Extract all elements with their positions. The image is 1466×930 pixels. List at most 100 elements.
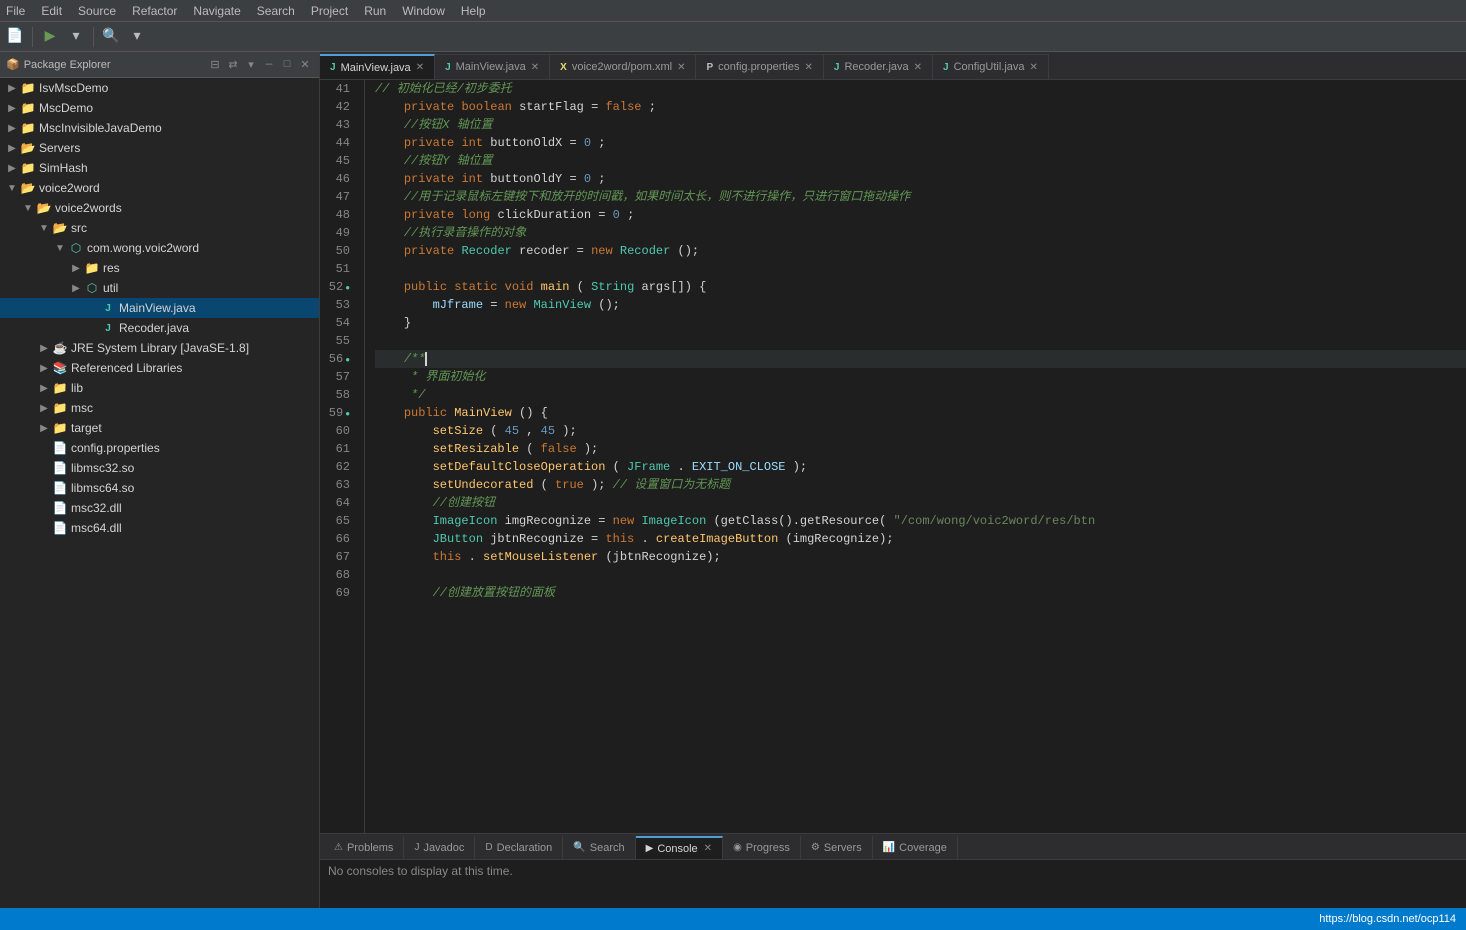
tree-toggle-jre[interactable]: ▶ <box>36 343 52 354</box>
tree-item-voice2word[interactable]: ▼ 📂 voice2word <box>0 178 319 198</box>
tree-toggle-IsvMscDemo[interactable]: ▶ <box>4 83 20 94</box>
menu-search[interactable]: Search <box>257 4 295 18</box>
tree-toggle-reflibs[interactable]: ▶ <box>36 363 52 374</box>
code-content[interactable]: // 初始化已经/初步委托 private boolean startFlag … <box>365 80 1466 833</box>
tree-toggle-package[interactable]: ▼ <box>52 243 68 254</box>
tree-toggle-SimHash[interactable]: ▶ <box>4 163 20 174</box>
tab-ConfigUtil[interactable]: J ConfigUtil.java ✕ <box>933 54 1049 79</box>
bottom-tab-search[interactable]: 🔍 Search <box>563 836 635 859</box>
tree-item-libmsc64so[interactable]: 📄 libmsc64.so <box>0 478 319 498</box>
editor-panel: J MainView.java ✕ J MainView.java ✕ X vo… <box>320 52 1466 908</box>
explorer-title: 📦 Package Explorer <box>6 58 111 71</box>
tree-toggle-lib[interactable]: ▶ <box>36 383 52 394</box>
minimize-icon[interactable]: — <box>261 57 277 73</box>
toolbar-new-icon[interactable]: 📄 <box>4 26 26 48</box>
bottom-tab-console[interactable]: ▶ Console ✕ <box>636 836 723 859</box>
view-menu-icon[interactable]: ▾ <box>243 57 259 73</box>
bottom-tab-progress[interactable]: ◉ Progress <box>723 836 801 859</box>
menu-help[interactable]: Help <box>461 4 486 18</box>
tree-label-libmsc32so: libmsc32.so <box>71 461 134 475</box>
menu-project[interactable]: Project <box>311 4 348 18</box>
tree-item-msc64dll[interactable]: 📄 msc64.dll <box>0 518 319 538</box>
code-line-63: setUndecorated ( true ); // 设置窗口为无标题 <box>375 476 1466 494</box>
toolbar-sep1 <box>32 27 33 47</box>
tree-item-package[interactable]: ▼ ⬡ com.wong.voic2word <box>0 238 319 258</box>
tab-close-MainView-active[interactable]: ✕ <box>416 62 424 73</box>
tab-close-config[interactable]: ✕ <box>804 62 812 73</box>
bottom-tab-declaration[interactable]: D Declaration <box>475 836 563 859</box>
bottom-tab-servers[interactable]: ⚙ Servers <box>801 836 873 859</box>
maximize-icon[interactable]: □ <box>279 57 295 73</box>
tree-container[interactable]: ▶ 📁 IsvMscDemo ▶ 📁 MscDemo ▶ 📁 MscInvisi… <box>0 78 319 908</box>
ln-69: 69 <box>320 584 358 602</box>
tree-item-config[interactable]: 📄 config.properties <box>0 438 319 458</box>
tree-item-SimHash[interactable]: ▶ 📁 SimHash <box>0 158 319 178</box>
menu-run[interactable]: Run <box>364 4 386 18</box>
tree-toggle-util[interactable]: ▶ <box>68 283 84 294</box>
tree-item-MscDemo[interactable]: ▶ 📁 MscDemo <box>0 98 319 118</box>
tree-toggle-Servers[interactable]: ▶ <box>4 143 20 154</box>
tree-item-IsvMscDemo[interactable]: ▶ 📁 IsvMscDemo <box>0 78 319 98</box>
toolbar-run-dropdown[interactable]: ▾ <box>65 26 87 48</box>
tree-item-lib[interactable]: ▶ 📁 lib <box>0 378 319 398</box>
tree-item-reflibs[interactable]: ▶ 📚 Referenced Libraries <box>0 358 319 378</box>
tab-pom[interactable]: X voice2word/pom.xml ✕ <box>550 54 696 79</box>
tree-item-jre[interactable]: ▶ ☕ JRE System Library [JavaSE-1.8] <box>0 338 319 358</box>
tab-close-MainView2[interactable]: ✕ <box>531 62 539 73</box>
code-43-text: //按钮X 轴位置 <box>404 118 493 132</box>
tab-MainView-active[interactable]: J MainView.java ✕ <box>320 54 435 79</box>
close-icon[interactable]: ✕ <box>297 57 313 73</box>
toolbar-run-icon[interactable]: ▶ <box>39 26 61 48</box>
tree-label-msc64dll: msc64.dll <box>71 521 122 535</box>
tree-toggle-MscDemo[interactable]: ▶ <box>4 103 20 114</box>
tree-toggle-target[interactable]: ▶ <box>36 423 52 434</box>
tree-item-MscInvisibleJavaDemo[interactable]: ▶ 📁 MscInvisibleJavaDemo <box>0 118 319 138</box>
kw-false-42: false <box>605 100 641 114</box>
tree-item-voice2words[interactable]: ▼ 📂 voice2words <box>0 198 319 218</box>
tree-item-src[interactable]: ▼ 📂 src <box>0 218 319 238</box>
tree-item-Recoder[interactable]: J Recoder.java <box>0 318 319 338</box>
tree-item-res[interactable]: ▶ 📁 res <box>0 258 319 278</box>
console-close[interactable]: ✕ <box>704 843 712 854</box>
menu-refactor[interactable]: Refactor <box>132 4 177 18</box>
tree-item-util[interactable]: ▶ ⬡ util <box>0 278 319 298</box>
tree-toggle-res[interactable]: ▶ <box>68 263 84 274</box>
bottom-tab-problems[interactable]: ⚠ Problems <box>324 836 404 859</box>
toolbar-search-icon[interactable]: 🔍 <box>100 26 122 48</box>
tree-toggle-msc[interactable]: ▶ <box>36 403 52 414</box>
menu-navigate[interactable]: Navigate <box>193 4 240 18</box>
tab-close-pom[interactable]: ✕ <box>677 62 685 73</box>
tree-item-target[interactable]: ▶ 📁 target <box>0 418 319 438</box>
tab-close-Recoder[interactable]: ✕ <box>914 62 922 73</box>
menu-window[interactable]: Window <box>402 4 445 18</box>
bottom-tab-javadoc[interactable]: J Javadoc <box>404 836 475 859</box>
ln-55: 55 <box>320 332 358 350</box>
tree-toggle-MscInvisibleJavaDemo[interactable]: ▶ <box>4 123 20 134</box>
tab-Recoder[interactable]: J Recoder.java ✕ <box>824 54 933 79</box>
tree-item-Servers[interactable]: ▶ 📂 Servers <box>0 138 319 158</box>
tree-label-util: util <box>103 281 118 295</box>
menu-edit[interactable]: Edit <box>41 4 62 18</box>
tab-close-ConfigUtil[interactable]: ✕ <box>1030 62 1038 73</box>
tab-MainView2[interactable]: J MainView.java ✕ <box>435 54 550 79</box>
ln-62: 62 <box>320 458 358 476</box>
collapse-all-icon[interactable]: ⊟ <box>207 57 223 73</box>
tab-config[interactable]: P config.properties ✕ <box>696 54 823 79</box>
code-editor[interactable]: 41 42 43 44 45 46 47 48 49 50 51 52 53 5… <box>320 80 1466 833</box>
tree-toggle-src[interactable]: ▼ <box>36 223 52 234</box>
tree-item-libmsc32so[interactable]: 📄 libmsc32.so <box>0 458 319 478</box>
tree-toggle-voice2words[interactable]: ▼ <box>20 203 36 214</box>
tree-item-MainView[interactable]: J MainView.java <box>0 298 319 318</box>
bottom-tab-coverage[interactable]: 📊 Coverage <box>873 836 958 859</box>
link-editor-icon[interactable]: ⇄ <box>225 57 241 73</box>
code-line-66: JButton jbtnRecognize = this . createIma… <box>375 530 1466 548</box>
package-icon2: ⬡ <box>68 240 84 256</box>
bottom-tab-bar: ⚠ Problems J Javadoc D Declaration 🔍 Sea… <box>320 834 1466 860</box>
toolbar-search-dropdown[interactable]: ▾ <box>126 26 148 48</box>
tree-item-msc[interactable]: ▶ 📁 msc <box>0 398 319 418</box>
tree-toggle-voice2word[interactable]: ▼ <box>4 183 20 194</box>
menu-source[interactable]: Source <box>78 4 116 18</box>
tree-label-MscDemo: MscDemo <box>39 101 93 115</box>
menu-file[interactable]: File <box>6 4 25 18</box>
tree-item-msc32dll[interactable]: 📄 msc32.dll <box>0 498 319 518</box>
